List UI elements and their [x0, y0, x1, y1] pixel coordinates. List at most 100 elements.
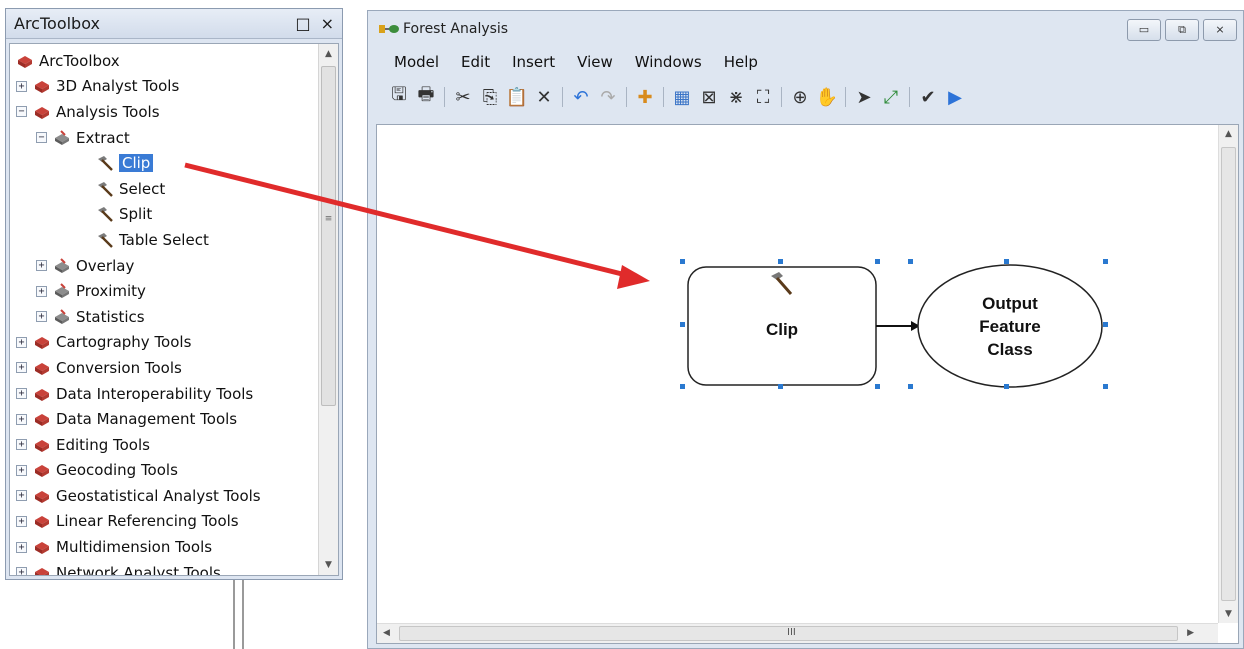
- tree-item-extract[interactable]: − Extract: [10, 125, 318, 151]
- expand-icon[interactable]: +: [16, 464, 27, 476]
- tree-item-label: Data Interoperability Tools: [56, 384, 254, 403]
- canvas-scroll-up-icon[interactable]: ▲: [1225, 129, 1232, 139]
- close-window-button[interactable]: ⨯: [1203, 19, 1237, 41]
- menu-insert[interactable]: Insert: [512, 53, 555, 71]
- toolbar-separator: [909, 87, 910, 107]
- tree-item-linear-referencing-tools[interactable]: + Linear Referencing Tools: [10, 509, 318, 535]
- menu-view[interactable]: View: [577, 53, 613, 71]
- connect-icon[interactable]: ⤢: [882, 87, 900, 108]
- tree-item-data-interoperability-tools[interactable]: + Data Interoperability Tools: [10, 381, 318, 407]
- collapse-icon[interactable]: −: [36, 132, 47, 144]
- tree-item-geocoding-tools[interactable]: + Geocoding Tools: [10, 458, 318, 484]
- canvas-vscroll-thumb[interactable]: [1221, 147, 1236, 601]
- tree-item-select[interactable]: Select: [10, 176, 318, 202]
- tree-item-arctoolbox[interactable]: ArcToolbox: [10, 48, 318, 74]
- tree-item-proximity[interactable]: + Proximity: [10, 278, 318, 304]
- expand-icon[interactable]: +: [16, 336, 27, 348]
- toolbar-separator: [562, 87, 563, 107]
- expand-icon[interactable]: +: [36, 260, 47, 272]
- pan-icon[interactable]: ✋: [816, 87, 838, 108]
- select-icon[interactable]: ➤: [855, 87, 873, 108]
- canvas-scroll-grip: III: [787, 627, 796, 638]
- scroll-thumb[interactable]: [321, 66, 336, 406]
- output-feature-class-node[interactable]: Output Feature Class: [917, 264, 1103, 388]
- tree-item-conversion-tools[interactable]: + Conversion Tools: [10, 355, 318, 381]
- hammer-icon: [96, 205, 114, 223]
- fixed-zoom-in-icon[interactable]: ⋇: [727, 87, 745, 108]
- tree-item-split[interactable]: Split: [10, 202, 318, 228]
- toolbox-icon: [33, 564, 51, 575]
- toolbox-icon: [33, 333, 51, 351]
- toolbar-separator: [845, 87, 846, 107]
- tree-item-statistics[interactable]: + Statistics: [10, 304, 318, 330]
- arctoolbox-titlebar[interactable]: ArcToolbox □ ×: [6, 9, 342, 39]
- tree-item-data-management-tools[interactable]: + Data Management Tools: [10, 406, 318, 432]
- tree-item-3d-analyst-tools[interactable]: +3D Analyst Tools: [10, 74, 318, 100]
- auto-layout-icon[interactable]: ▦: [673, 87, 691, 108]
- model-window-title: Forest Analysis: [403, 21, 509, 37]
- canvas-scroll-right-icon[interactable]: ▶: [1187, 628, 1194, 638]
- tree-item-cartography-tools[interactable]: + Cartography Tools: [10, 330, 318, 356]
- canvas-horizontal-scrollbar[interactable]: ◀ III ▶: [377, 623, 1218, 643]
- expand-icon[interactable]: +: [16, 413, 27, 425]
- toolbox-icon: [33, 385, 51, 403]
- menu-help[interactable]: Help: [724, 53, 758, 71]
- expand-icon[interactable]: +: [16, 80, 27, 92]
- canvas-scroll-left-icon[interactable]: ◀: [383, 628, 390, 638]
- tree-item-geostatistical-analyst-tools[interactable]: + Geostatistical Analyst Tools: [10, 483, 318, 509]
- paste-icon[interactable]: 📋: [506, 87, 528, 108]
- model-diagram: Clip Output Feature Class: [680, 259, 1108, 389]
- clip-tool-node[interactable]: Clip: [687, 266, 877, 386]
- canvas-scroll-down-icon[interactable]: ▼: [1225, 609, 1232, 619]
- canvas-vertical-scrollbar[interactable]: ▲ ▼: [1218, 125, 1238, 623]
- tree-item-clip[interactable]: Clip: [10, 150, 318, 176]
- menu-windows[interactable]: Windows: [635, 53, 702, 71]
- undo-icon[interactable]: ↶: [572, 87, 590, 108]
- run-icon[interactable]: ▶: [946, 87, 964, 108]
- tree-item-overlay[interactable]: + Overlay: [10, 253, 318, 279]
- delete-icon[interactable]: ✕: [535, 87, 553, 108]
- add-data-icon[interactable]: ✚: [636, 87, 654, 108]
- connector-arrow: [876, 321, 920, 331]
- toolbox-icon: [33, 410, 51, 428]
- toolbox-vertical-scrollbar[interactable]: ▲ ≡ ▼: [318, 44, 338, 575]
- expand-icon[interactable]: +: [36, 285, 47, 297]
- full-extent-icon[interactable]: ⊠: [700, 87, 718, 108]
- model-canvas[interactable]: Clip Output Feature Class ▲ ▼ ◀ III ▶: [376, 124, 1239, 644]
- tree-item-label: Editing Tools: [56, 435, 150, 454]
- copy-icon[interactable]: ⎘: [481, 87, 499, 108]
- expand-icon[interactable]: +: [36, 311, 47, 323]
- fixed-zoom-out-icon[interactable]: ⛶: [754, 87, 772, 108]
- model-window-titlebar[interactable]: Forest Analysis: [368, 11, 1243, 47]
- tree-item-multidimension-tools[interactable]: + Multidimension Tools: [10, 534, 318, 560]
- tree-item-network-analyst-tools[interactable]: + Network Analyst Tools: [10, 560, 318, 575]
- tree-item-editing-tools[interactable]: + Editing Tools: [10, 432, 318, 458]
- tree-item-analysis-tools[interactable]: − Analysis Tools: [10, 99, 318, 125]
- expand-icon[interactable]: +: [16, 439, 27, 451]
- toolset-icon: [53, 129, 71, 147]
- menu-bar: Model Edit Insert View Windows Help: [368, 47, 1243, 77]
- menu-model[interactable]: Model: [394, 53, 439, 71]
- scroll-up-arrow-icon[interactable]: ▲: [319, 44, 338, 64]
- minimize-button[interactable]: ▭: [1127, 19, 1161, 41]
- maximize-button[interactable]: ⧉: [1165, 19, 1199, 41]
- expand-icon[interactable]: +: [16, 515, 27, 527]
- redo-icon[interactable]: ↷: [599, 87, 617, 108]
- collapse-icon[interactable]: −: [16, 106, 27, 118]
- expand-icon[interactable]: +: [16, 388, 27, 400]
- tree-item-table-select[interactable]: Table Select: [10, 227, 318, 253]
- expand-icon[interactable]: +: [16, 362, 27, 374]
- expand-icon[interactable]: +: [16, 490, 27, 502]
- print-icon[interactable]: 🖶: [417, 84, 435, 106]
- validate-icon[interactable]: ✔: [919, 87, 937, 108]
- cut-icon[interactable]: ✂: [454, 87, 472, 108]
- float-panel-button[interactable]: □: [295, 14, 310, 33]
- expand-icon[interactable]: +: [16, 567, 27, 575]
- scroll-down-arrow-icon[interactable]: ▼: [319, 555, 338, 575]
- zoom-in-icon[interactable]: ⊕: [791, 87, 809, 108]
- menu-edit[interactable]: Edit: [461, 53, 490, 71]
- toolbox-tree: ArcToolbox +3D Analyst Tools − Analysis Too…: [10, 44, 318, 575]
- expand-icon[interactable]: +: [16, 541, 27, 553]
- close-panel-button[interactable]: ×: [321, 14, 334, 33]
- save-icon[interactable]: 🖫: [390, 84, 408, 106]
